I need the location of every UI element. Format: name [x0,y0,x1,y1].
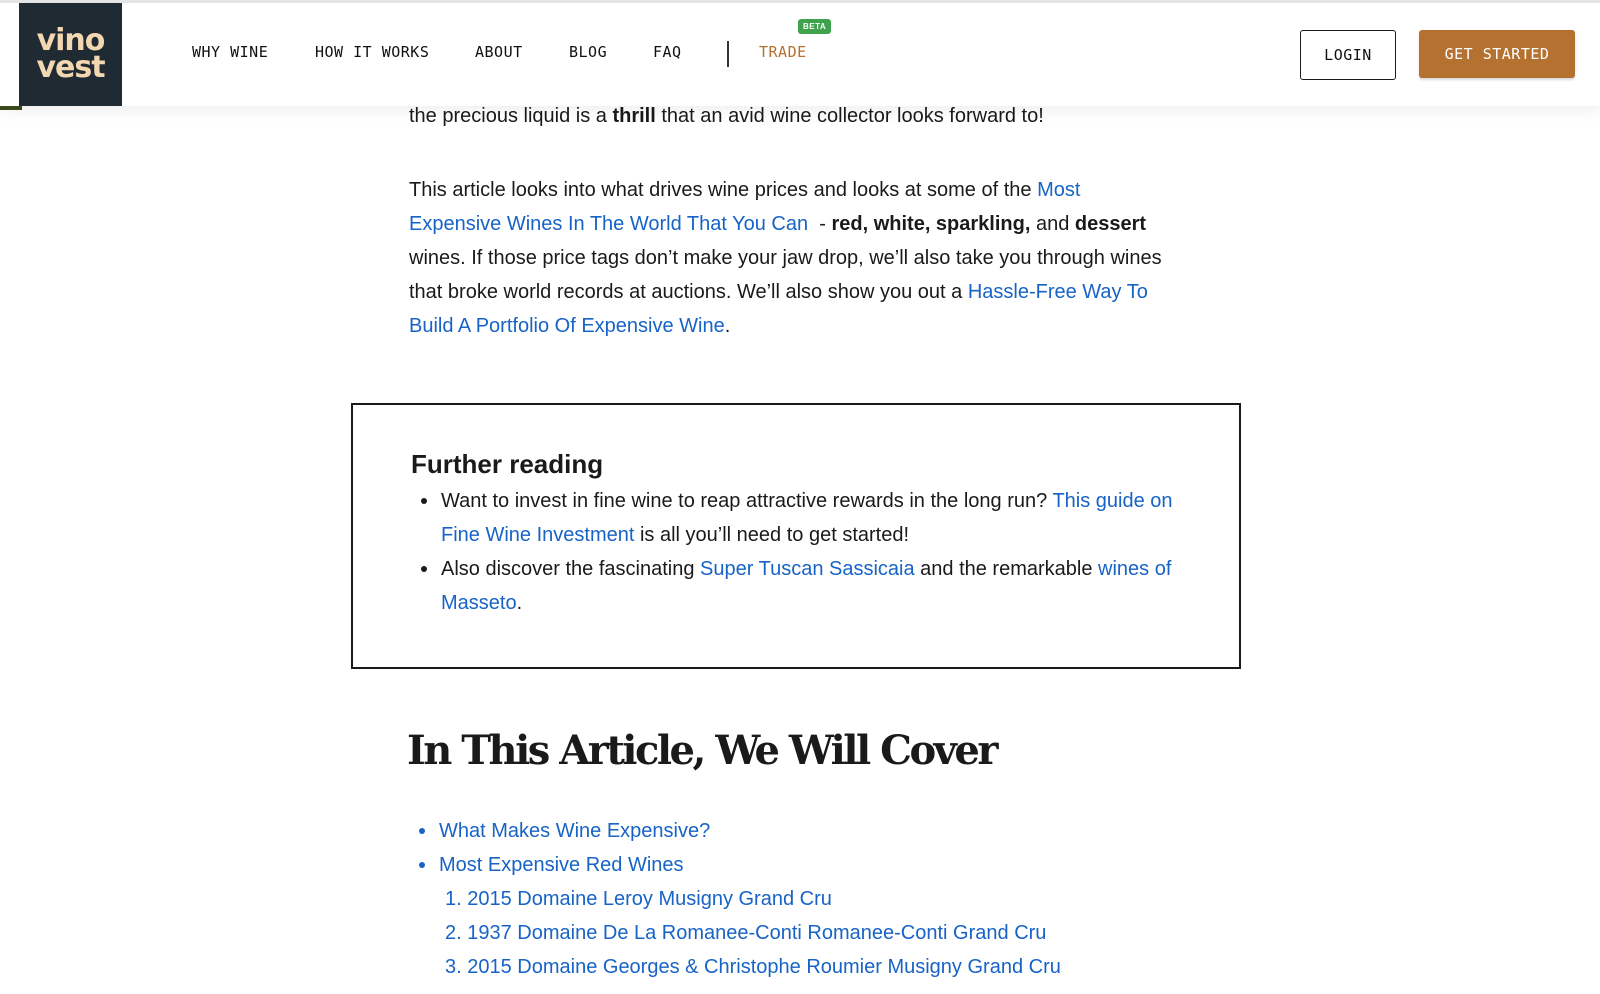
text: the precious liquid is a [409,105,613,127]
toc-heading: In This Article, We Will Cover [407,727,998,774]
text: - [808,213,832,235]
bold-thrill: thrill [612,105,656,127]
toc-subitem: 1. 2015 Domaine Leroy Musigny Grand Cru [409,882,1209,916]
toc-link-leroy-musigny[interactable]: 1. 2015 Domaine Leroy Musigny Grand Cru [445,888,832,910]
toc-link-what-makes-wine-expensive[interactable]: What Makes Wine Expensive? [439,820,710,842]
intro-paragraph-2: This article looks into what drives wine… [409,173,1169,343]
toc-link-red-wines[interactable]: Most Expensive Red Wines [439,854,684,876]
logo-line-2: vest [36,49,105,85]
get-started-button[interactable]: GET STARTED [1419,30,1575,78]
nav-faq[interactable]: FAQ [653,43,682,61]
text: . [724,315,731,337]
toc-link-romanee-conti[interactable]: 2. 1937 Domaine De La Romanee-Conti Roma… [445,922,1046,944]
reading-progress-bar [0,106,22,110]
beta-badge: BETA [798,19,832,34]
text: . [516,592,523,614]
login-button[interactable]: LOGIN [1300,30,1396,80]
toc-item: What Makes Wine Expensive? [409,814,1209,848]
toc-subitem: 2. 1937 Domaine De La Romanee-Conti Roma… [409,916,1209,950]
bold-dessert: dessert [1074,213,1147,235]
toc-item: Most Expensive Red Wines [409,848,1209,882]
text: This article looks into what drives wine… [409,179,1038,201]
nav-about[interactable]: ABOUT [475,43,523,61]
further-reading-list: Want to invest in fine wine to reap attr… [411,484,1181,620]
site-header: vino vest WHY WINE HOW IT WORKS ABOUT BL… [0,3,1600,106]
link-sassicaia[interactable]: Super Tuscan Sassicaia [700,558,915,580]
bold-wine-types: red, white, sparkling, [831,213,1031,235]
text: and [1030,213,1075,235]
nav-why-wine[interactable]: WHY WINE [192,43,268,61]
nav-trade[interactable]: TRADE [759,43,807,61]
further-reading-item: Want to invest in fine wine to reap attr… [411,484,1181,552]
nav-blog[interactable]: BLOG [569,43,607,61]
table-of-contents: What Makes Wine Expensive? Most Expensiv… [409,814,1209,984]
further-reading-item: Also discover the fascinating Super Tusc… [411,552,1181,620]
text: Also discover the fascinating [441,558,701,580]
nav-how-it-works[interactable]: HOW IT WORKS [315,43,429,61]
nav-divider [727,41,729,67]
text: Want to invest in fine wine to reap attr… [441,490,1053,512]
vinovest-logo[interactable]: vino vest [19,3,122,106]
further-reading-box: Further reading Want to invest in fine w… [351,403,1241,669]
text: that an avid wine collector looks forwar… [655,105,1044,127]
toc-link-roumier-musigny[interactable]: 3. 2015 Domaine Georges & Christophe Rou… [445,956,1061,978]
text: is all you’ll need to get started! [634,524,910,546]
toc-subitem: 3. 2015 Domaine Georges & Christophe Rou… [409,950,1209,984]
text: and the remarkable [914,558,1099,580]
further-reading-title: Further reading [411,449,604,479]
